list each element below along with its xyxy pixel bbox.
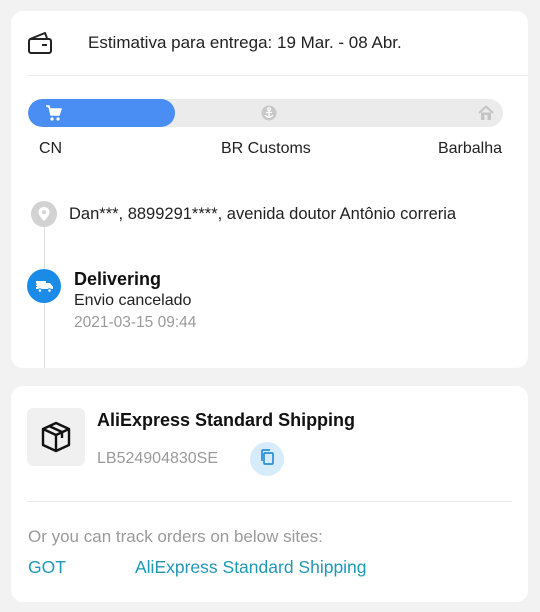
shipping-method-card: AliExpress Standard Shipping LB524904830… (11, 386, 528, 602)
package-icon (27, 408, 85, 466)
location-pin-icon (31, 201, 57, 227)
delivery-estimate-text: Estimativa para entrega: 19 Mar. - 08 Ab… (88, 33, 402, 52)
shipment-status-card: Estimativa para entrega: 19 Mar. - 08 Ab… (11, 11, 528, 368)
tracking-status-description: Envio cancelado (74, 292, 192, 309)
delivery-address: Dan***, 8899291****, avenida doutor Antô… (69, 205, 457, 223)
copy-icon (259, 448, 275, 471)
tracking-status-title: Delivering (74, 269, 162, 289)
anchor-icon (260, 104, 278, 122)
delivery-estimate-row: Estimativa para entrega: 19 Mar. - 08 Ab… (11, 11, 528, 76)
stage-label-customs: BR Customs (221, 140, 311, 157)
carrier-name: AliExpress Standard Shipping (97, 410, 356, 430)
link-aliexpress-standard-shipping[interactable]: AliExpress Standard Shipping (135, 557, 367, 578)
stage-label-origin: CN (39, 140, 63, 157)
divider (27, 75, 528, 76)
link-got[interactable]: GOT (28, 557, 66, 578)
copy-tracking-button[interactable] (250, 442, 284, 476)
shopping-cart-icon (45, 104, 63, 122)
stage-label-destination: Barbalha (437, 140, 502, 157)
wallet-icon (27, 31, 53, 55)
truck-icon (27, 269, 61, 303)
tracking-number: LB524904830SE (97, 450, 218, 467)
tracking-status-timestamp: 2021-03-15 09:44 (74, 314, 197, 331)
divider (27, 501, 512, 502)
home-icon (477, 104, 495, 122)
other-sites-hint: Or you can track orders on below sites: (28, 527, 323, 546)
